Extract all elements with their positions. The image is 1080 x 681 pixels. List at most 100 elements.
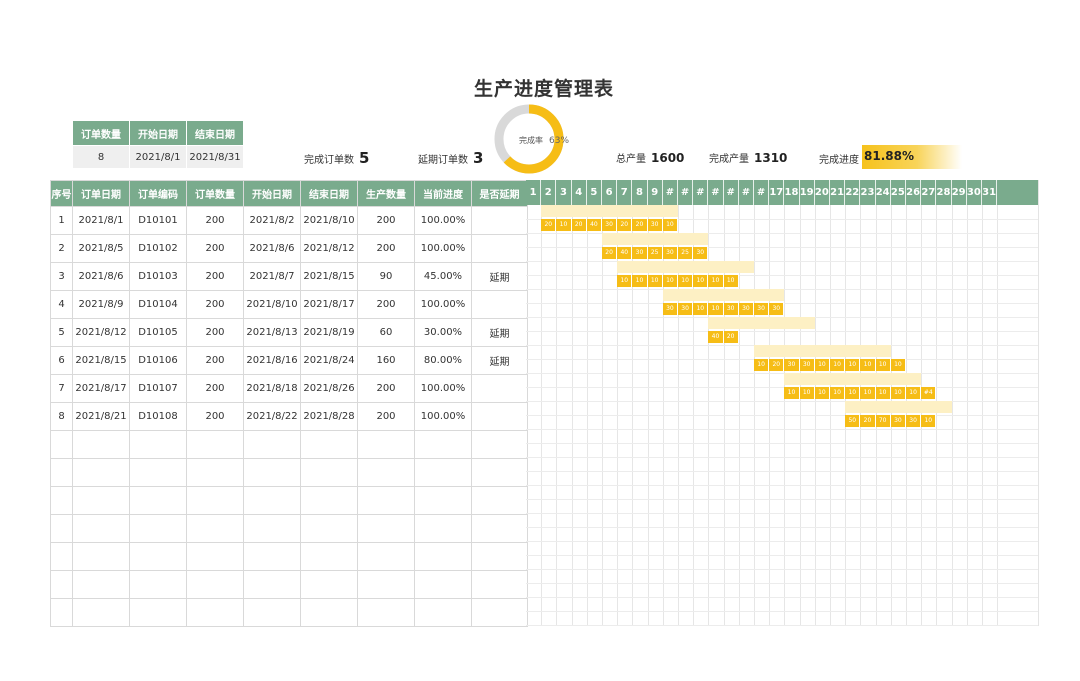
empty-cell[interactable] — [357, 430, 415, 459]
cell-order-qty[interactable]: 200 — [186, 374, 244, 403]
table-row[interactable]: 6 2021/8/15 D10106 200 2021/8/16 2021/8/24 160… — [50, 346, 528, 375]
cell-produced-qty[interactable]: 90 — [357, 262, 415, 291]
table-row-empty[interactable] — [50, 430, 528, 459]
empty-cell[interactable] — [243, 486, 301, 515]
gantt-daily-output[interactable]: 10 — [860, 359, 876, 371]
cell-order-qty[interactable]: 200 — [186, 262, 244, 291]
cell-order-code[interactable]: D10101 — [129, 206, 187, 235]
empty-cell[interactable] — [243, 542, 301, 571]
cell-delayed[interactable]: 延期 — [471, 318, 528, 347]
gantt-daily-output[interactable]: 30 — [632, 247, 648, 259]
table-row[interactable]: 8 2021/8/21 D10108 200 2021/8/22 2021/8/28 200… — [50, 402, 528, 431]
cell-order-date[interactable]: 2021/8/17 — [72, 374, 130, 403]
gantt-plan-bar[interactable] — [602, 233, 709, 245]
cell-order-qty[interactable]: 200 — [186, 346, 244, 375]
gantt-daily-output[interactable]: 10 — [708, 303, 724, 315]
cell-start-date[interactable]: 2021/8/16 — [243, 346, 301, 375]
table-row[interactable]: 3 2021/8/6 D10103 200 2021/8/7 2021/8/15 90 45.… — [50, 262, 528, 291]
empty-cell[interactable] — [72, 598, 130, 627]
cell-progress[interactable]: 100.00% — [414, 290, 472, 319]
gantt-daily-output[interactable]: 30 — [784, 359, 800, 371]
gantt-daily-output[interactable]: 30 — [678, 303, 694, 315]
empty-cell[interactable] — [50, 486, 73, 515]
empty-cell[interactable] — [186, 430, 244, 459]
gantt-plan-bar[interactable] — [784, 373, 922, 385]
empty-cell[interactable] — [186, 486, 244, 515]
empty-cell[interactable] — [471, 570, 528, 599]
cell-produced-qty[interactable]: 60 — [357, 318, 415, 347]
empty-cell[interactable] — [50, 430, 73, 459]
empty-cell[interactable] — [414, 598, 472, 627]
gantt-daily-output[interactable]: 10 — [662, 219, 678, 231]
cell-order-code[interactable]: D10103 — [129, 262, 187, 291]
empty-cell[interactable] — [186, 514, 244, 543]
gantt-daily-output[interactable]: 20 — [723, 331, 739, 343]
table-row[interactable]: 4 2021/8/9 D10104 200 2021/8/10 2021/8/17 200 1… — [50, 290, 528, 319]
gantt-daily-output[interactable]: 20 — [617, 219, 633, 231]
empty-cell[interactable] — [243, 570, 301, 599]
table-row-empty[interactable] — [50, 542, 528, 571]
cell-start-date[interactable]: 2021/8/2 — [243, 206, 301, 235]
cell-progress[interactable]: 30.00% — [414, 318, 472, 347]
empty-cell[interactable] — [72, 514, 130, 543]
empty-cell[interactable] — [129, 458, 187, 487]
gantt-daily-output[interactable]: 20 — [541, 219, 557, 231]
empty-cell[interactable] — [129, 486, 187, 515]
gantt-daily-output[interactable]: 10 — [632, 275, 648, 287]
empty-cell[interactable] — [300, 598, 358, 627]
empty-cell[interactable] — [414, 430, 472, 459]
cell-produced-qty[interactable]: 200 — [357, 290, 415, 319]
cell-start-date[interactable]: 2021/8/22 — [243, 402, 301, 431]
gantt-daily-output[interactable]: 50 — [845, 415, 861, 427]
cell-index[interactable]: 5 — [50, 318, 73, 347]
cell-order-qty[interactable]: 200 — [186, 234, 244, 263]
empty-cell[interactable] — [186, 458, 244, 487]
gantt-daily-output[interactable]: 10 — [693, 303, 709, 315]
col-header-order-code[interactable]: 订单编码 — [129, 180, 187, 207]
table-row-empty[interactable] — [50, 486, 528, 515]
gantt-daily-output[interactable]: 30 — [799, 359, 815, 371]
empty-cell[interactable] — [357, 542, 415, 571]
empty-cell[interactable] — [129, 514, 187, 543]
gantt-daily-output[interactable]: 10 — [678, 275, 694, 287]
start-date-value[interactable]: 2021/8/1 — [129, 145, 187, 169]
empty-cell[interactable] — [186, 598, 244, 627]
gantt-daily-output[interactable]: 30 — [662, 247, 678, 259]
gantt-plan-bar[interactable] — [845, 401, 952, 413]
cell-progress[interactable]: 45.00% — [414, 262, 472, 291]
gantt-daily-output[interactable]: 10 — [814, 359, 830, 371]
gantt-daily-output[interactable]: 30 — [738, 303, 754, 315]
cell-progress[interactable]: 100.00% — [414, 206, 472, 235]
col-header-progress[interactable]: 当前进度 — [414, 180, 472, 207]
gantt-daily-output[interactable]: 30 — [890, 415, 906, 427]
empty-cell[interactable] — [471, 542, 528, 571]
gantt-daily-output[interactable]: 30 — [647, 219, 663, 231]
end-date-value[interactable]: 2021/8/31 — [186, 145, 244, 169]
gantt-daily-output[interactable]: 10 — [662, 275, 678, 287]
cell-progress[interactable]: 80.00% — [414, 346, 472, 375]
gantt-daily-output[interactable]: 40 — [708, 331, 724, 343]
gantt-daily-output[interactable]: 10 — [906, 387, 922, 399]
gantt-daily-output[interactable]: 10 — [875, 387, 891, 399]
cell-progress[interactable]: 100.00% — [414, 234, 472, 263]
empty-cell[interactable] — [471, 458, 528, 487]
gantt-daily-output[interactable]: 10 — [845, 387, 861, 399]
empty-cell[interactable] — [300, 486, 358, 515]
cell-index[interactable]: 4 — [50, 290, 73, 319]
empty-cell[interactable] — [72, 458, 130, 487]
cell-delayed[interactable] — [471, 374, 528, 403]
table-row[interactable]: 5 2021/8/12 D10105 200 2021/8/13 2021/8/19 60 3… — [50, 318, 528, 347]
gantt-daily-output[interactable]: 10 — [708, 275, 724, 287]
empty-cell[interactable] — [471, 430, 528, 459]
table-row-empty[interactable] — [50, 458, 528, 487]
gantt-daily-output[interactable]: 20 — [632, 219, 648, 231]
cell-order-qty[interactable]: 200 — [186, 206, 244, 235]
empty-cell[interactable] — [357, 598, 415, 627]
gantt-daily-output[interactable]: 20 — [571, 219, 587, 231]
cell-end-date[interactable]: 2021/8/12 — [300, 234, 358, 263]
cell-start-date[interactable]: 2021/8/18 — [243, 374, 301, 403]
cell-order-code[interactable]: D10107 — [129, 374, 187, 403]
col-header-delayed[interactable]: 是否延期 — [471, 180, 528, 207]
gantt-daily-output[interactable]: 10 — [814, 387, 830, 399]
cell-index[interactable]: 7 — [50, 374, 73, 403]
